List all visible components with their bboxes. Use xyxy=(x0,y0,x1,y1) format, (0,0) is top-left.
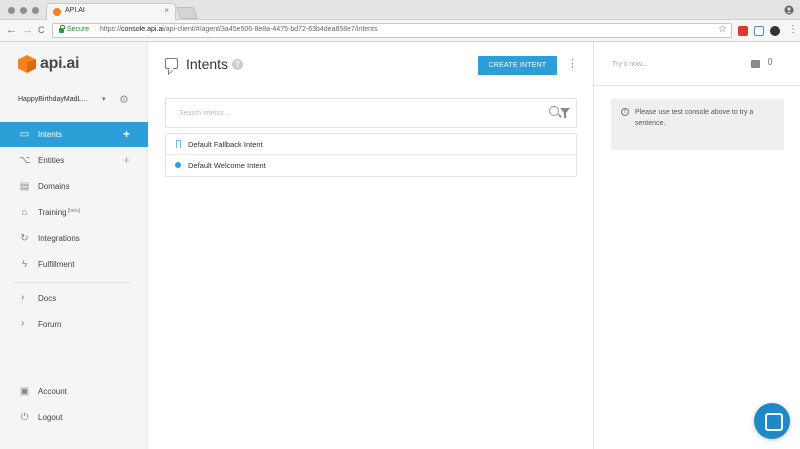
sidebar-item-account[interactable]: ▣ Account xyxy=(0,379,148,404)
sidebar-item-entities[interactable]: ⌥ Entities + xyxy=(0,148,148,173)
try-it-input[interactable]: Try it now... xyxy=(612,61,648,68)
url-host: console.api.ai xyxy=(121,26,164,33)
lock-icon xyxy=(59,25,65,33)
api-ai-favicon-icon xyxy=(53,8,61,16)
keyboard-icon[interactable] xyxy=(751,60,760,68)
chat-bubble-icon xyxy=(165,58,178,69)
extension-icon[interactable] xyxy=(738,26,748,36)
secure-label: Secure xyxy=(67,26,90,33)
bookmark-star-icon[interactable]: ☆ xyxy=(718,24,727,35)
create-intent-button[interactable]: CREATE INTENT xyxy=(478,56,557,75)
sidebar-item-integrations[interactable]: ↻ Integrations xyxy=(0,226,148,251)
beta-badge: [beta] xyxy=(67,208,81,214)
sitemap-icon: ⌥ xyxy=(19,155,31,166)
add-entity-button[interactable]: + xyxy=(123,153,130,167)
sidebar-item-label: Docs xyxy=(38,294,57,303)
browser-toolbar: ← → C Secure https://console.api.ai/api-… xyxy=(0,20,800,42)
sidebar-item-label: Fulfillment xyxy=(38,260,75,269)
console-input-area: Try it now... xyxy=(594,42,800,86)
training-label: Training xyxy=(38,208,67,217)
chevron-down-icon[interactable]: ▾ xyxy=(102,95,106,103)
lightning-icon: ϟ xyxy=(21,259,28,270)
sidebar-divider xyxy=(14,282,130,283)
search-placeholder: Search intents... xyxy=(179,110,230,117)
intent-label[interactable]: Default Fallback Intent xyxy=(188,140,263,149)
api-ai-cube-icon xyxy=(18,55,36,73)
sidebar-item-label: Entities xyxy=(38,156,65,165)
sidebar-item-forum[interactable]: › Forum xyxy=(0,312,148,337)
sidebar-item-label: Logout xyxy=(38,413,63,422)
new-tab-button[interactable] xyxy=(175,7,199,19)
intent-row-default-fallback[interactable]: Default Fallback Intent xyxy=(166,134,576,155)
graduation-cap-icon: ⌂ xyxy=(21,207,28,218)
more-options-icon[interactable]: ⋮ xyxy=(567,57,578,71)
intent-list: Default Fallback Intent Default Welcome … xyxy=(165,133,577,177)
sidebar-item-fulfillment[interactable]: ϟ Fulfillment xyxy=(0,252,148,277)
extension-icon[interactable] xyxy=(770,26,780,36)
help-icon[interactable]: ? xyxy=(232,59,243,70)
intent-row-default-welcome[interactable]: Default Welcome Intent xyxy=(166,155,576,176)
dot-icon xyxy=(175,162,181,168)
chevron-right-icon: › xyxy=(21,318,25,329)
browser-titlebar: API.AI × xyxy=(0,0,800,20)
url-path: /api-client/#/agent/3a45e506-8e8a-4475-b… xyxy=(163,26,378,33)
sidebar-item-label: Training[beta] xyxy=(38,208,80,217)
agent-selector[interactable]: HappyBirthdayMadL... xyxy=(18,96,87,103)
tab-close-icon[interactable]: × xyxy=(164,6,169,15)
url-text[interactable]: https://console.api.ai/api-client/#/agen… xyxy=(100,26,378,33)
refresh-icon: ↻ xyxy=(20,233,29,244)
chat-support-icon[interactable] xyxy=(754,403,790,439)
sidebar-item-label: Account xyxy=(38,387,67,396)
sidebar-item-label: Intents xyxy=(38,130,63,139)
test-console: Try it now... ! Please use test console … xyxy=(594,42,800,449)
url-prefix: https:// xyxy=(100,26,122,33)
window-zoom-button[interactable] xyxy=(32,7,39,14)
address-bar[interactable]: Secure https://console.api.ai/api-client… xyxy=(52,23,732,38)
filter-icon[interactable] xyxy=(560,108,570,118)
profile-icon[interactable] xyxy=(784,5,794,15)
tab-title: API.AI xyxy=(65,7,85,14)
intent-label[interactable]: Default Welcome Intent xyxy=(188,161,266,170)
add-intent-button[interactable]: + xyxy=(123,127,130,141)
search-icon[interactable] xyxy=(549,106,559,116)
gear-icon[interactable]: ⚙ xyxy=(119,93,129,106)
back-button[interactable]: ← xyxy=(6,23,17,37)
reload-button[interactable]: C xyxy=(38,23,45,37)
book-icon: ▤ xyxy=(19,181,30,192)
sidebar-item-label: Domains xyxy=(38,182,70,191)
browser-menu-icon[interactable]: ⋮ xyxy=(788,23,798,37)
sidebar-item-intents[interactable]: ▭ Intents + xyxy=(0,122,148,147)
chevron-right-icon: › xyxy=(21,292,25,303)
sidebar-item-label: Forum xyxy=(38,320,62,329)
forward-button[interactable]: → xyxy=(22,23,33,37)
page-title: Intents xyxy=(186,56,229,72)
console-message-text: Please use test console above to try a s… xyxy=(635,109,754,127)
search-intents-input[interactable]: Search intents... xyxy=(165,98,577,128)
extension-icon[interactable] xyxy=(754,26,764,36)
sidebar: api.ai HappyBirthdayMadL... ▾ ⚙ ▭ Intent… xyxy=(0,42,148,449)
sidebar-item-logout[interactable]: ⏻ Logout xyxy=(0,405,148,430)
bookmark-icon xyxy=(176,140,181,148)
sidebar-item-label: Integrations xyxy=(38,234,80,243)
browser-tab[interactable]: API.AI × xyxy=(46,3,176,20)
microphone-icon[interactable] xyxy=(768,58,772,65)
sidebar-item-docs[interactable]: › Docs xyxy=(0,286,148,311)
window-close-button[interactable] xyxy=(8,7,15,14)
main-content: Intents ? CREATE INTENT ⋮ Search intents… xyxy=(148,42,594,449)
sidebar-item-domains[interactable]: ▤ Domains xyxy=(0,174,148,199)
power-icon: ⏻ xyxy=(20,412,29,423)
logo-text: api.ai xyxy=(40,55,80,72)
chat-bubble-icon: ▭ xyxy=(19,129,30,140)
account-icon: ▣ xyxy=(19,386,30,397)
console-info-message: ! Please use test console above to try a… xyxy=(611,99,784,150)
sidebar-item-training[interactable]: ⌂ Training[beta] xyxy=(0,200,148,225)
window-minimize-button[interactable] xyxy=(20,7,27,14)
info-icon: ! xyxy=(621,108,629,116)
